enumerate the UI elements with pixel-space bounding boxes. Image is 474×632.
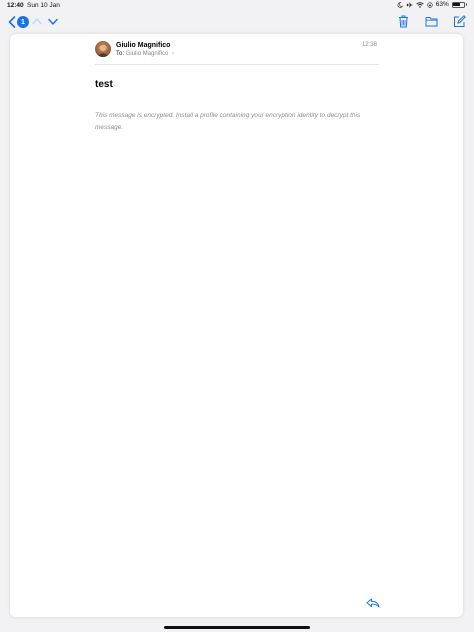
battery-icon — [451, 1, 465, 8]
compose-icon[interactable] — [453, 15, 466, 28]
chevron-right-icon: › — [172, 51, 175, 57]
moon-icon — [397, 1, 403, 8]
chevron-down-icon[interactable] — [48, 18, 58, 26]
to-label: To: — [116, 51, 125, 57]
unread-count-badge[interactable]: 1 — [17, 16, 29, 28]
mail-toolbar: 1 — [0, 12, 474, 32]
message-body: This message is encrypted. Install a pro… — [95, 112, 361, 131]
sender-name[interactable]: Giulio Magnifico — [116, 42, 170, 49]
airplane-icon — [406, 1, 413, 8]
recipient-line[interactable]: To: Giulio Magnifico › — [116, 51, 174, 57]
sender-avatar[interactable] — [95, 41, 111, 57]
recipient-name: Giulio Magnifico — [125, 51, 169, 57]
message-card: Giulio Magnifico To: Giulio Magnifico › … — [10, 34, 463, 617]
status-time: 12:40 — [7, 2, 24, 9]
wifi-icon — [416, 1, 424, 8]
folder-icon[interactable] — [425, 16, 438, 27]
reply-icon[interactable] — [366, 598, 380, 608]
lock-rotation-icon — [427, 1, 433, 8]
header-divider — [95, 64, 379, 65]
chevron-up-icon[interactable] — [32, 17, 42, 25]
avatar-portrait-icon — [96, 43, 110, 57]
mail-screen: 12:40 Sun 10 Jan 63% 1 Giulio Magnifico … — [0, 0, 474, 632]
chevron-left-icon[interactable] — [7, 16, 17, 28]
battery-nub — [465, 3, 467, 6]
message-subject: test — [95, 79, 113, 90]
trash-icon[interactable] — [398, 15, 409, 28]
battery-percentage: 63% — [435, 1, 449, 8]
status-date: Sun 10 Jan — [27, 2, 60, 9]
status-bar: 12:40 Sun 10 Jan 63% — [0, 0, 474, 12]
message-time: 12:38 — [362, 42, 378, 48]
home-indicator[interactable] — [164, 626, 310, 629]
battery-fill — [453, 3, 461, 6]
status-indicators: 63% — [397, 1, 467, 8]
